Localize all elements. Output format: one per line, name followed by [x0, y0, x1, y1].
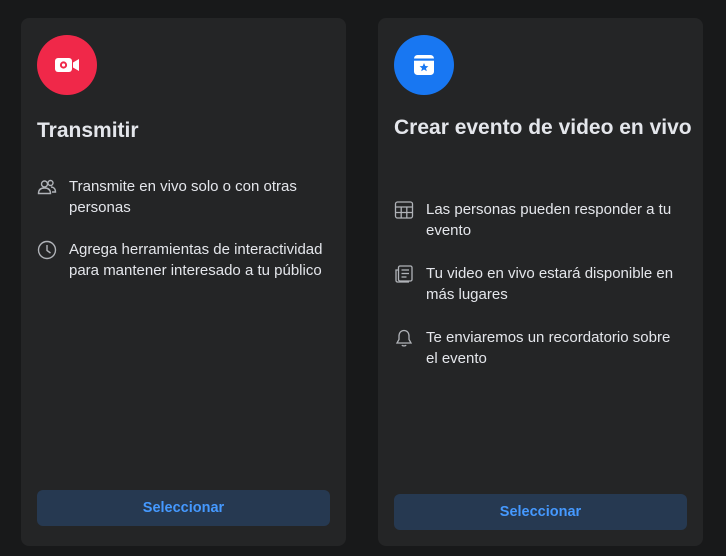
feature-item: Tu video en vivo estará disponible en má…: [394, 263, 686, 305]
news-feed-icon: [394, 264, 414, 284]
card-title: Transmitir: [37, 119, 139, 142]
card-transmitir: Transmitir Transmite en vivo solo o con …: [21, 18, 346, 546]
create-live-options: Transmitir Transmite en vivo solo o con …: [0, 0, 726, 556]
feature-text: Te enviaremos un recordatorio sobre el e…: [426, 329, 671, 367]
feature-text: Transmite en vivo solo o con otras perso…: [69, 178, 297, 216]
people-icon: [37, 177, 57, 197]
feature-text: Tu video en vivo estará disponible en má…: [426, 265, 674, 303]
feature-item: Te enviaremos un recordatorio sobre el e…: [394, 327, 686, 369]
feature-item: Agrega herramientas de interactividad pa…: [37, 239, 329, 281]
card-title: Crear evento de video en vivo: [394, 116, 692, 139]
calendar-grid-icon: [394, 200, 414, 220]
feature-item: Las personas pueden responder a tu event…: [394, 199, 686, 241]
card-crear-evento: Crear evento de video en vivo Las person…: [378, 18, 703, 546]
bell-icon: [394, 328, 414, 348]
select-button[interactable]: Seleccionar: [394, 494, 687, 530]
video-camera-badge: [37, 35, 97, 95]
video-camera-icon: [55, 58, 79, 72]
feature-text: Las personas pueden responder a tu event…: [426, 201, 672, 239]
feature-text: Agrega herramientas de interactividad pa…: [69, 241, 323, 279]
calendar-star-badge: [394, 35, 454, 95]
feature-item: Transmite en vivo solo o con otras perso…: [37, 176, 329, 218]
select-button[interactable]: Seleccionar: [37, 490, 330, 526]
calendar-star-icon: [414, 55, 434, 75]
clock-icon: [37, 240, 57, 260]
